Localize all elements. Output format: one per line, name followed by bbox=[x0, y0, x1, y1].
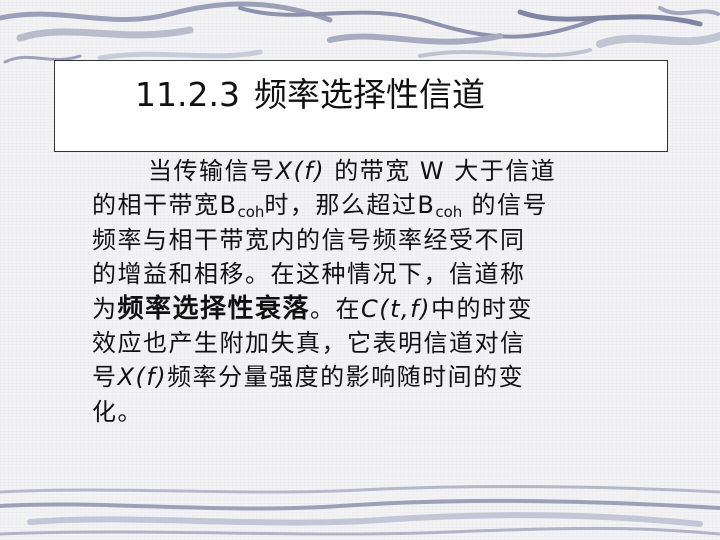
section-number: 11.2.3 bbox=[135, 75, 240, 114]
text-line-6: 效应也产生附加失真，它表明信道对信 bbox=[92, 328, 526, 357]
key-term: 频率选择性衰落 bbox=[117, 293, 311, 324]
text-run: 的带宽 W 大于信道 bbox=[325, 157, 557, 185]
text-run: 中的时变 bbox=[431, 294, 533, 323]
subscript: coh bbox=[237, 203, 265, 222]
text-run: 时，那么超过B bbox=[264, 191, 436, 220]
signal-symbol: X(f) bbox=[275, 157, 326, 185]
text-line-2: 的相干带宽Bcoh时，那么超过Bcoh 的信号 bbox=[92, 188, 672, 222]
section-title: 频率选择性信道 bbox=[253, 75, 485, 114]
text-line-5: 为频率选择性衰落。在C(t,f)中的时变 bbox=[92, 292, 672, 326]
text-run: 的相干带宽B bbox=[92, 191, 238, 220]
text-line-3: 频率与相干带宽内的信号频率经受不同 bbox=[92, 225, 526, 254]
text-line-8: 化。 bbox=[92, 397, 143, 426]
channel-symbol: C(t,f) bbox=[361, 294, 431, 323]
text-line-1: 当传输信号X(f) 的带宽 W 大于信道 bbox=[92, 154, 672, 188]
text-run: 。在 bbox=[310, 294, 362, 323]
text-run: 频率分量强度的影响随时间的变 bbox=[167, 363, 525, 392]
text-run: 号 bbox=[92, 363, 118, 392]
text-run: 的信号 bbox=[462, 191, 548, 220]
slide-title: 11.2.3 频率选择性信道 bbox=[135, 70, 485, 120]
text-line-4: 的增益和相移。在这种情况下，信道称 bbox=[92, 260, 526, 289]
text-run: 当传输信号 bbox=[148, 157, 276, 185]
text-run: 为 bbox=[92, 294, 118, 323]
title-box: 11.2.3 频率选择性信道 bbox=[54, 60, 668, 152]
bottom-decoration bbox=[0, 484, 720, 536]
text-line-7: 号X(f)频率分量强度的影响随时间的变 bbox=[92, 360, 672, 394]
body-paragraph: 当传输信号X(f) 的带宽 W 大于信道 的相干带宽Bcoh时，那么超过Bcoh… bbox=[92, 154, 672, 429]
subscript: coh bbox=[435, 203, 463, 222]
signal-symbol: X(f) bbox=[117, 363, 168, 392]
